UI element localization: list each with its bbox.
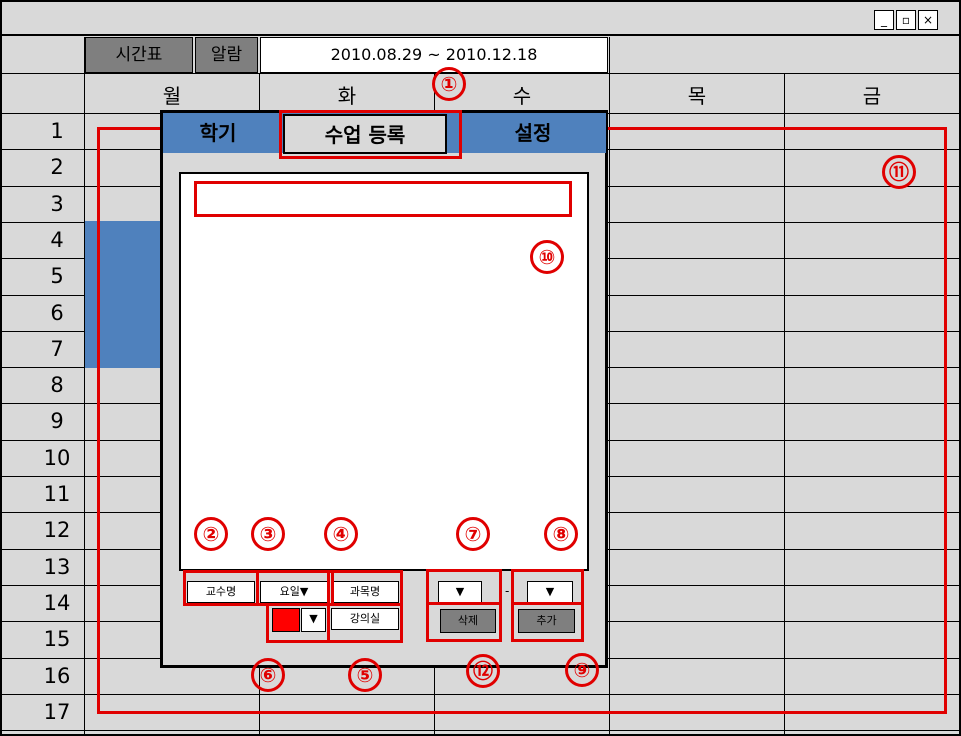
row-label: 9 [50, 409, 64, 433]
row-label: 17 [43, 700, 71, 724]
day-header-fri: 금 [862, 84, 882, 108]
time-dash: - [505, 584, 510, 598]
tab-settings[interactable]: 설정 [463, 112, 603, 154]
row-label: 5 [50, 264, 64, 288]
date-range: 2010.08.29 ~ 2010.12.18 [260, 37, 608, 73]
tab-timetable[interactable]: 시간표 [85, 37, 193, 73]
marker-7: ⑦ [456, 517, 490, 551]
row-label: 3 [50, 192, 64, 216]
row-label: 10 [43, 446, 71, 470]
highlight-end-time [511, 569, 584, 605]
highlight-room [327, 603, 403, 643]
marker-11: ⑪ [882, 155, 916, 189]
row-label: 12 [43, 518, 71, 542]
marker-1: ① [432, 67, 466, 101]
marker-9: ⑨ [565, 653, 599, 687]
highlight-add [511, 602, 584, 642]
tab-semester[interactable]: 학기 [163, 112, 273, 154]
day-header-tue: 화 [337, 84, 357, 108]
highlight-professor [183, 570, 259, 606]
row-label: 1 [50, 119, 64, 143]
close-button[interactable]: × [918, 10, 938, 30]
highlight-color [266, 603, 330, 643]
row-label: 7 [50, 337, 64, 361]
marker-8: ⑧ [544, 517, 578, 551]
marker-2: ② [194, 517, 228, 551]
tab-alarm[interactable]: 알람 [195, 37, 258, 73]
tab-highlight [279, 110, 462, 159]
grid-line [2, 730, 959, 731]
row-label: 14 [43, 591, 71, 615]
grid-line [2, 73, 959, 74]
marker-3: ③ [251, 517, 285, 551]
marker-6: ⑥ [251, 658, 285, 692]
marker-12: ⑫ [466, 654, 500, 688]
marker-5: ⑤ [348, 658, 382, 692]
row-label: 15 [43, 627, 71, 651]
row-label: 11 [43, 482, 71, 506]
grid-line [84, 37, 85, 736]
row-label: 8 [50, 373, 64, 397]
row-label: 4 [50, 228, 64, 252]
marker-4: ④ [324, 517, 358, 551]
row-label: 2 [50, 155, 64, 179]
minimize-button[interactable]: _ [874, 10, 894, 30]
row-label: 6 [50, 301, 64, 325]
highlight-delete [426, 602, 502, 642]
course-list-item[interactable] [194, 181, 572, 217]
course-list[interactable] [179, 172, 589, 571]
highlight-day [256, 570, 334, 606]
title-bar [2, 2, 959, 36]
day-header-mon: 월 [162, 84, 182, 108]
row-label: 16 [43, 664, 71, 688]
day-header-thu: 목 [687, 84, 707, 108]
highlight-start-time [426, 569, 502, 605]
marker-10: ⑩ [530, 240, 564, 274]
restore-button[interactable]: ▫ [896, 10, 916, 30]
row-label: 13 [43, 555, 71, 579]
highlight-course [327, 570, 403, 606]
